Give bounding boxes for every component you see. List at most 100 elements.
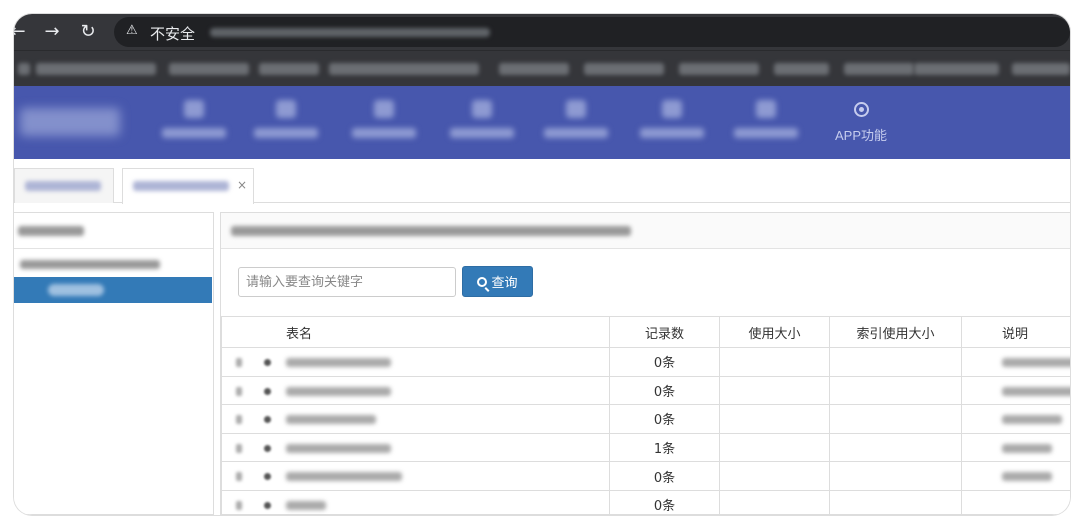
record-count: 0条 <box>609 347 720 377</box>
bookmark-item[interactable] <box>774 63 829 75</box>
column-header[interactable]: 使用大小 <box>719 316 830 348</box>
description-cell <box>961 489 1070 515</box>
tables-grid: 表名 记录数 使用大小 索引使用大小 说明 0条 0条 0条 1条 0条 0条 <box>221 316 1070 515</box>
bookmark-item[interactable] <box>18 63 30 75</box>
record-count: 0条 <box>609 489 720 515</box>
panel-title <box>221 213 1070 249</box>
index-size <box>829 404 962 434</box>
header-nav-item[interactable] <box>154 100 234 150</box>
bookmark-item[interactable] <box>844 63 914 75</box>
address-bar[interactable]: ⚠ 不安全 <box>114 17 1070 47</box>
bullet-icon <box>264 444 271 452</box>
column-header[interactable]: 记录数 <box>609 316 720 348</box>
header-nav-item[interactable] <box>344 100 424 150</box>
url-text-blurred <box>210 28 490 37</box>
app-function-nav[interactable]: APP功能 <box>826 100 896 150</box>
app-logo <box>20 108 120 136</box>
record-count: 1条 <box>609 432 720 463</box>
index-size <box>829 375 962 406</box>
record-count: 0条 <box>609 375 720 406</box>
header-nav-item[interactable] <box>442 100 522 150</box>
browser-toolbar: ← → ↻ ⚠ 不安全 <box>14 14 1070 50</box>
used-size <box>719 432 830 463</box>
warning-icon: ⚠ <box>126 23 138 38</box>
index-size <box>829 489 962 515</box>
bullet-icon <box>264 473 271 481</box>
nav-icon <box>472 100 492 118</box>
description-cell <box>961 347 1070 377</box>
index-size <box>829 347 962 377</box>
tab-home[interactable] <box>14 168 114 203</box>
description-cell <box>961 432 1070 463</box>
table-row[interactable]: 0条 <box>221 489 1070 515</box>
table-name-cell <box>221 432 610 463</box>
column-header[interactable]: 表名 <box>221 316 610 348</box>
index-size <box>829 432 962 463</box>
header-nav-item[interactable] <box>726 100 806 150</box>
table-name-cell <box>221 347 610 377</box>
header-nav-item[interactable] <box>632 100 712 150</box>
header-nav-item[interactable] <box>536 100 616 150</box>
forward-arrow-icon[interactable]: → <box>40 20 64 44</box>
header-nav-item[interactable] <box>246 100 326 150</box>
bookmark-item[interactable] <box>36 63 156 75</box>
nav-icon <box>756 100 776 118</box>
used-size <box>719 404 830 434</box>
bullet-icon <box>264 387 271 395</box>
table-row[interactable]: 0条 <box>221 375 1070 406</box>
bookmark-item[interactable] <box>329 63 479 75</box>
app-function-label: APP功能 <box>834 128 887 143</box>
bullet-icon <box>264 416 271 424</box>
tree-node-selected[interactable] <box>14 277 212 303</box>
bookmark-item[interactable] <box>679 63 759 75</box>
table-name-cell <box>221 404 610 434</box>
nav-icon <box>374 100 394 118</box>
back-arrow-icon[interactable]: ← <box>14 20 30 44</box>
tree-node-server[interactable] <box>14 257 213 273</box>
bookmark-item[interactable] <box>914 63 999 75</box>
app-header: APP功能 <box>14 86 1070 159</box>
table-name-cell <box>221 461 610 491</box>
table-row[interactable]: 1条 <box>221 432 1070 463</box>
bullet-icon <box>264 501 271 509</box>
table-name-cell <box>221 489 610 515</box>
search-button-label: 查询 <box>491 276 518 291</box>
nav-icon <box>566 100 586 118</box>
database-tree-panel <box>14 212 214 515</box>
panel-title <box>14 213 213 249</box>
search-button[interactable]: 查询 <box>462 266 533 297</box>
close-icon[interactable]: × <box>237 178 247 192</box>
table-row[interactable]: 0条 <box>221 461 1070 491</box>
tab-database-browser[interactable]: × <box>122 168 254 204</box>
bookmark-item[interactable] <box>1012 63 1070 75</box>
security-label[interactable]: 不安全 <box>150 23 195 44</box>
table-list-panel: 查询 表名 记录数 使用大小 索引使用大小 说明 0条 <box>220 212 1070 515</box>
bookmark-item[interactable] <box>499 63 569 75</box>
search-input[interactable] <box>238 267 456 297</box>
table-row[interactable]: 0条 <box>221 404 1070 434</box>
used-size <box>719 489 830 515</box>
table-name-cell <box>221 375 610 406</box>
bookmark-item[interactable] <box>584 63 664 75</box>
bullet-icon <box>264 359 271 366</box>
search-icon <box>477 276 488 287</box>
bookmark-item[interactable] <box>259 63 319 75</box>
description-cell <box>961 461 1070 491</box>
reload-icon[interactable]: ↻ <box>76 20 100 44</box>
description-cell <box>961 404 1070 434</box>
record-count: 0条 <box>609 404 720 434</box>
tab-bar: × <box>14 159 1070 204</box>
used-size <box>719 461 830 491</box>
target-icon <box>853 102 869 117</box>
table-row[interactable]: 0条 <box>221 347 1070 377</box>
record-count: 0条 <box>609 461 720 491</box>
nav-icon <box>276 100 296 118</box>
table-header-row: 表名 记录数 使用大小 索引使用大小 说明 <box>221 316 1070 348</box>
nav-icon <box>662 100 682 118</box>
description-cell <box>961 375 1070 406</box>
bookmarks-bar <box>14 50 1070 86</box>
bookmark-item[interactable] <box>169 63 249 75</box>
column-header[interactable]: 说明 <box>961 316 1070 348</box>
column-header[interactable]: 索引使用大小 <box>829 316 962 348</box>
browser-window: ← → ↻ ⚠ 不安全 APP功能 × 请输入要查询关键字 查询 表名 记录数 … <box>14 14 1070 515</box>
